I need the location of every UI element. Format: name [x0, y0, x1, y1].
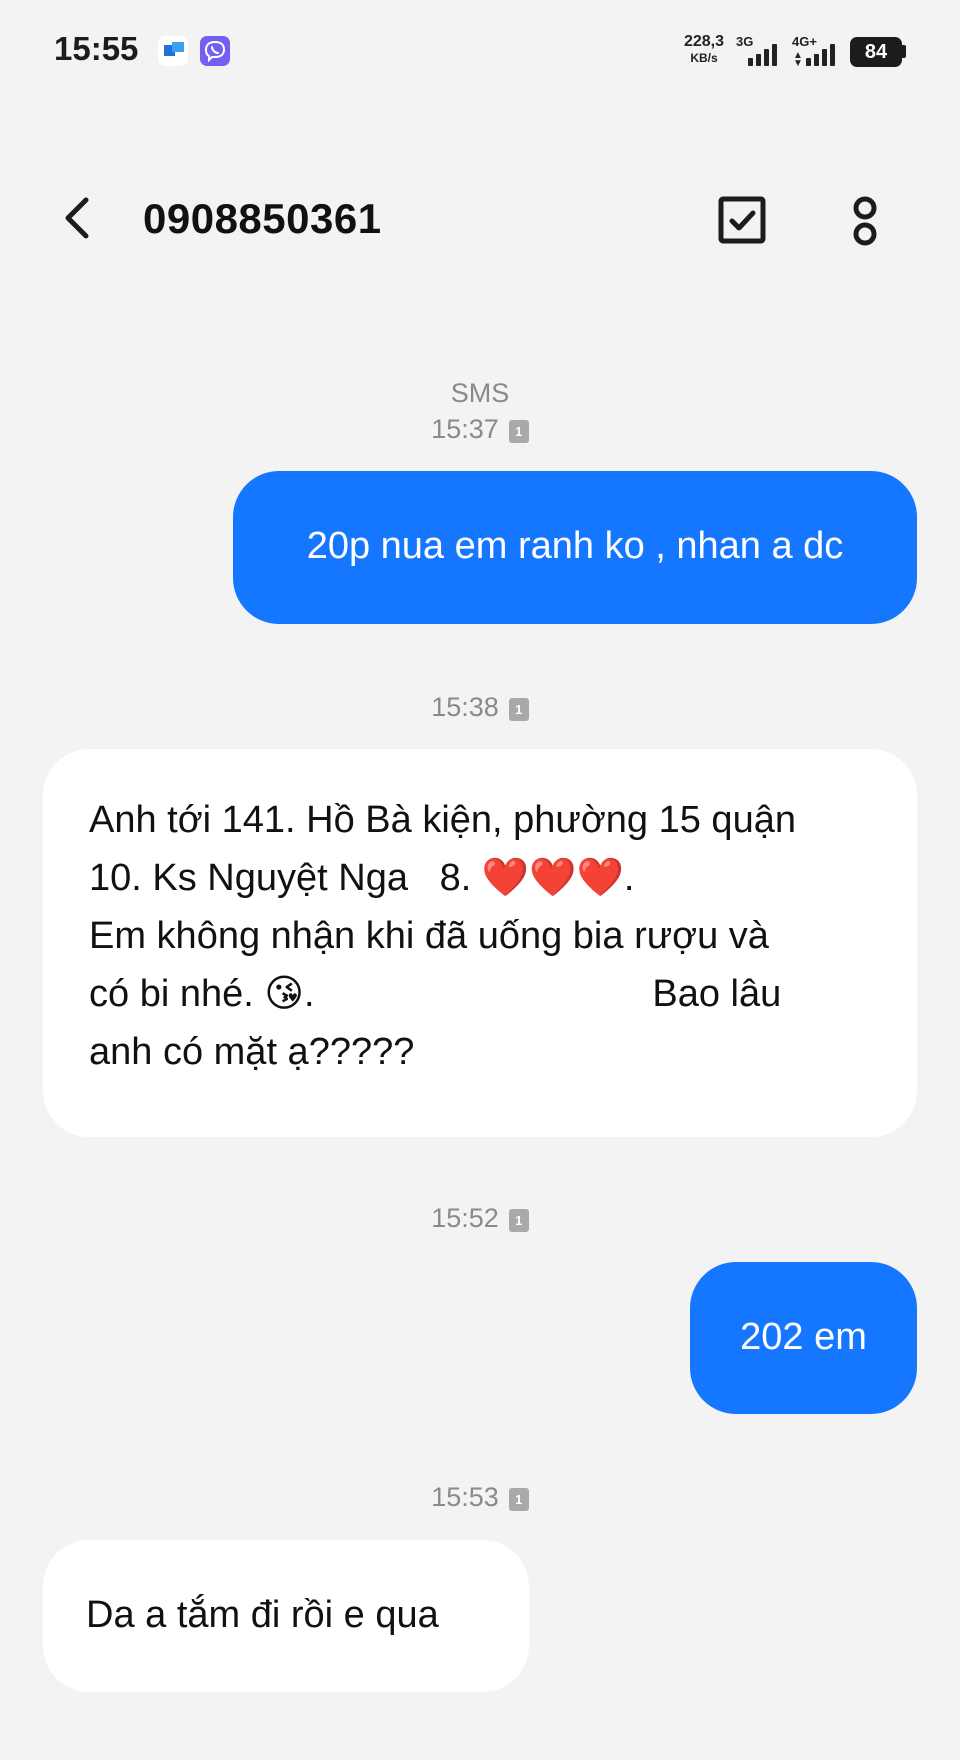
message-text-line: anh có mặt ạ?????: [89, 1031, 415, 1073]
message-text: 202 em: [740, 1316, 867, 1358]
network-speed-value: 228,3: [683, 33, 725, 50]
outlook-icon: [158, 36, 188, 66]
network-speed-unit: KB/s: [690, 51, 718, 65]
heart-emoji: ❤️: [576, 857, 624, 899]
network-speed: 228,3 KB/s: [676, 33, 732, 67]
data-activity-icon: ▲ ▼: [793, 50, 803, 69]
contact-title: 0908850361: [143, 195, 382, 242]
more-options-button[interactable]: [840, 188, 890, 252]
message-text: Da a tắm đi rồi e qua: [86, 1594, 439, 1636]
incoming-message-bubble[interactable]: Anh tới 141. Hồ Bà kiện, phường 15 quận …: [43, 749, 917, 1137]
sim-card-icon: 1: [508, 1488, 529, 1511]
message-timestamp: 15:37 1: [0, 414, 960, 445]
timestamp-text: 15:52: [431, 1203, 499, 1233]
channel-label: SMS: [450, 378, 510, 408]
status-time: 15:55: [54, 30, 139, 67]
heart-emoji: ❤️: [481, 857, 530, 899]
message-text-line: 10. Ks Nguyệt Nga 8. ❤️❤️❤️.: [89, 857, 635, 899]
message-text-line: Anh tới 141. Hồ Bà kiện, phường 15 quận: [89, 799, 796, 841]
timestamp-text: 15:37: [431, 414, 499, 444]
message-timestamp: 15:52 1: [0, 1203, 960, 1234]
sim-card-icon: 1: [508, 420, 529, 443]
select-messages-button[interactable]: [712, 190, 772, 250]
chevron-left-icon: [65, 197, 89, 239]
timestamp-text: 15:53: [431, 1482, 499, 1512]
message-timestamp: 15:38 1: [0, 692, 960, 723]
signal-2-label: 4G+: [792, 34, 817, 49]
sim-card-icon: 1: [508, 1209, 529, 1232]
message-text-line: Em không nhận khi đã uống bia rượu và: [89, 915, 769, 957]
message-text-line: có bi nhé. 😘. Bao lâu: [89, 973, 782, 1015]
more-vertical-icon: [853, 196, 877, 246]
outgoing-message-bubble[interactable]: 20p nua em ranh ko , nhan a dc: [233, 471, 917, 624]
sim-card-icon: 1: [508, 698, 529, 721]
outgoing-message-bubble[interactable]: 202 em: [690, 1262, 917, 1414]
message-text: 20p nua em ranh ko , nhan a dc: [306, 525, 844, 567]
viber-icon: [200, 36, 230, 66]
back-button[interactable]: [50, 190, 106, 246]
battery-icon: 84: [850, 37, 902, 67]
timestamp-text: 15:38: [431, 692, 499, 722]
heart-emoji: ❤️: [529, 857, 577, 899]
battery-cap: [902, 45, 906, 58]
signal-1-label: 3G: [736, 34, 754, 49]
sms-conversation-screen: 15:55 228,3 KB/s 3G 4G+ ▲ ▼ 84 090885036…: [0, 0, 960, 1760]
incoming-message-bubble[interactable]: Da a tắm đi rồi e qua: [43, 1540, 529, 1692]
checkbox-icon: [718, 196, 766, 244]
status-bar: 15:55 228,3 KB/s 3G 4G+ ▲ ▼ 84: [0, 0, 960, 104]
message-timestamp: 15:53 1: [0, 1482, 960, 1513]
